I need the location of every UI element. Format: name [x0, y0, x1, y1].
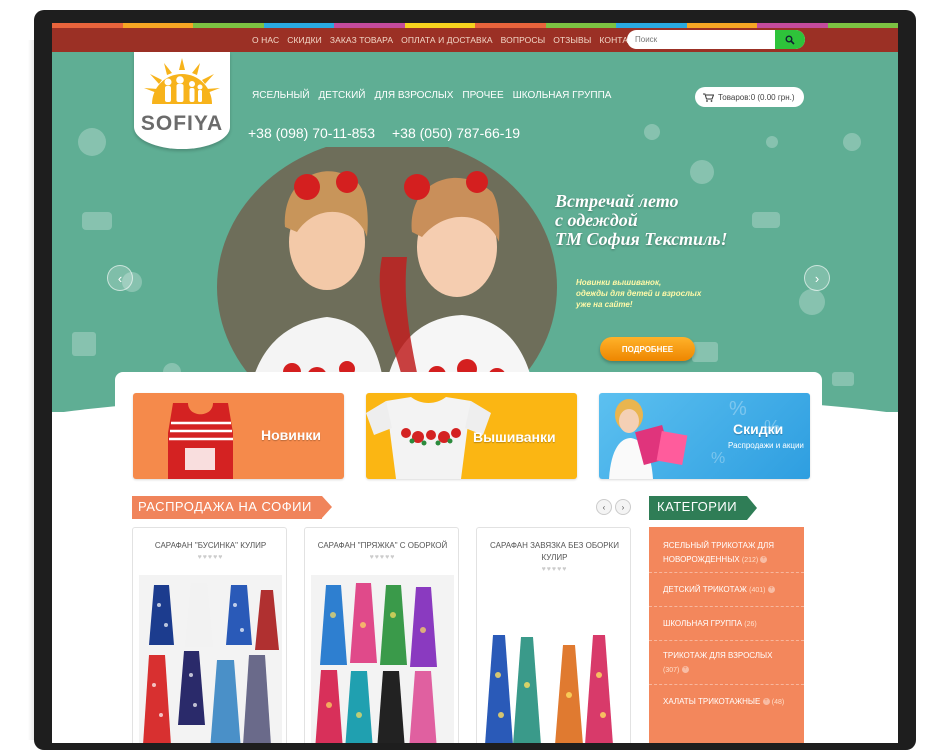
svg-text:%: %	[729, 398, 747, 420]
product-card[interactable]: САРАФАН ЗАВЯЗКА БЕЗ ОБОРКИ КУЛИР ♥♥♥♥♥	[476, 527, 631, 743]
expand-plus-icon[interactable]: +	[762, 698, 770, 706]
chevron-right-icon: ›	[814, 270, 820, 286]
banner-embroidery[interactable]: Вышиванки	[366, 393, 577, 479]
hero-slogan-line-3: ТМ София Текстиль!	[555, 229, 728, 249]
hero-subtext: Новинки вышиванок, одежды для детей и вз…	[576, 277, 736, 310]
browser-screen: О НАС СКИДКИ ЗАКАЗ ТОВАРА ОПЛАТА И ДОСТА…	[52, 23, 898, 743]
topnav-about[interactable]: О НАС	[252, 35, 279, 45]
chevron-right-icon: ›	[621, 502, 625, 512]
hero-slider: SOFIYA ЯСЕЛЬНЫЙ ДЕТСКИЙ ДЛЯ ВЗРОСЛЫХ ПРО…	[52, 52, 898, 412]
category-item[interactable]: ШКОЛЬНАЯ ГРУППА (26)	[649, 611, 804, 641]
site-logo[interactable]: SOFIYA	[134, 52, 230, 149]
expand-plus-icon[interactable]: +	[681, 666, 689, 674]
content-panel: Новинки Вышиванки % % % Скидки Распродаж…	[115, 372, 822, 743]
banner-new[interactable]: Новинки	[133, 393, 344, 479]
topnav-discounts[interactable]: СКИДКИ	[287, 35, 322, 45]
product-title[interactable]: САРАФАН "ПРЯЖКА" С ОБОРКОЙ	[311, 540, 454, 552]
categories-title: КАТЕГОРИИ	[649, 496, 758, 520]
hero-slogan: Встречай лето с одеждой ТМ София Текстил…	[555, 192, 815, 249]
category-name: ДЕТСКИЙ ТРИКОТАЖ	[663, 585, 747, 594]
svg-text:%: %	[711, 450, 725, 467]
product-title[interactable]: САРАФАН ЗАВЯЗКА БЕЗ ОБОРКИ КУЛИР	[483, 540, 626, 564]
category-count: (48)	[771, 699, 785, 706]
search-box	[627, 30, 805, 49]
categories-list: ЯСЕЛЬНЫЙ ТРИКОТАЖ ДЛЯ НОВОРОЖДЕННЫХ (212…	[649, 527, 804, 743]
topnav-reviews[interactable]: ОТЗЫВЫ	[553, 35, 591, 45]
sale-next-button[interactable]: ›	[615, 499, 631, 515]
top-nav: О НАС СКИДКИ ЗАКАЗ ТОВАРА ОПЛАТА И ДОСТА…	[252, 28, 646, 52]
chevron-left-icon: ‹	[602, 502, 606, 512]
banner-new-label: Новинки	[261, 427, 321, 443]
dresses-image	[485, 635, 613, 743]
topnav-order[interactable]: ЗАКАЗ ТОВАРА	[330, 35, 393, 45]
dresses-image	[315, 583, 437, 743]
category-count: (212)	[741, 557, 759, 564]
banner-discounts[interactable]: % % % Скидки Распродажи и акции	[599, 393, 810, 479]
search-button[interactable]	[775, 30, 805, 49]
logo-text: SOFIYA	[140, 112, 224, 135]
sale-section-title: РАСПРОДАЖА НА СОФИИ	[132, 496, 332, 519]
cart-icon	[703, 93, 714, 102]
category-item[interactable]: ЯСЕЛЬНЫЙ ТРИКОТАЖ ДЛЯ НОВОРОЖДЕННЫХ (212…	[649, 535, 804, 573]
product-image[interactable]	[139, 575, 282, 743]
mainnav-school[interactable]: ШКОЛЬНАЯ ГРУППА	[513, 90, 612, 101]
rating-hearts-icon: ♥♥♥♥♥	[541, 566, 568, 573]
hero-sub-line-3: уже на сайте!	[576, 300, 633, 309]
chevron-left-icon: ‹	[117, 270, 123, 286]
topnav-questions[interactable]: ВОПРОСЫ	[501, 35, 546, 45]
category-name: ЯСЕЛЬНЫЙ ТРИКОТАЖ ДЛЯ НОВОРОЖДЕННЫХ	[663, 541, 774, 564]
banner-discounts-sub: Распродажи и акции	[728, 441, 804, 450]
hero-sub-line-2: одежды для детей и взрослых	[576, 289, 702, 298]
rating-hearts-icon: ♥♥♥♥♥	[369, 554, 396, 561]
category-name: ШКОЛЬНАЯ ГРУППА	[663, 619, 743, 628]
top-bar: О НАС СКИДКИ ЗАКАЗ ТОВАРА ОПЛАТА И ДОСТА…	[52, 28, 898, 52]
category-name: ХАЛАТЫ ТРИКОТАЖНЫЕ	[663, 697, 761, 706]
sale-prev-button[interactable]: ‹	[596, 499, 612, 515]
hero-slogan-line-2: с одеждой	[555, 210, 638, 230]
mainnav-adults[interactable]: ДЛЯ ВЗРОСЛЫХ	[374, 90, 453, 101]
banner-embroidery-label: Вышиванки	[473, 429, 556, 445]
phone-numbers: +38 (098) 70-11-853 +38 (050) 787-66-19	[248, 125, 520, 141]
expand-plus-icon[interactable]: +	[767, 586, 775, 594]
category-item[interactable]: ДЕТСКИЙ ТРИКОТАЖ (401) +	[649, 577, 804, 607]
product-card[interactable]: САРАФАН "БУСИНКА" КУЛИР ♥♥♥♥♥	[132, 527, 287, 743]
sun-family-logo-icon	[144, 58, 220, 104]
topnav-payment-delivery[interactable]: ОПЛАТА И ДОСТАВКА	[401, 35, 493, 45]
hero-sub-line-1: Новинки вышиванок,	[576, 278, 662, 287]
banner-discounts-label: Скидки	[733, 421, 784, 437]
rating-hearts-icon: ♥♥♥♥♥	[197, 554, 224, 561]
phone-2[interactable]: +38 (050) 787-66-19	[392, 125, 520, 141]
search-input[interactable]	[627, 30, 775, 49]
slider-next-button[interactable]: ›	[804, 265, 830, 291]
category-count: (401)	[749, 587, 766, 594]
search-icon	[785, 35, 795, 45]
phone-1[interactable]: +38 (098) 70-11-853	[248, 125, 375, 141]
category-count: (307)	[663, 667, 680, 674]
category-item[interactable]: ХАЛАТЫ ТРИКОТАЖНЫЕ + (48)	[649, 691, 804, 731]
hero-slogan-line-1: Встречай лето	[555, 191, 679, 211]
cart-button[interactable]: Товаров:0 (0.00 грн.)	[695, 87, 804, 107]
product-title[interactable]: САРАФАН "БУСИНКА" КУЛИР	[139, 540, 282, 552]
mainnav-nursery[interactable]: ЯСЕЛЬНЫЙ	[252, 90, 310, 101]
cart-label: Товаров:0 (0.00 грн.)	[718, 92, 795, 102]
slider-prev-button[interactable]: ‹	[107, 265, 133, 291]
category-count: (26)	[744, 621, 757, 628]
main-nav: ЯСЕЛЬНЫЙ ДЕТСКИЙ ДЛЯ ВЗРОСЛЫХ ПРОЧЕЕ ШКО…	[252, 90, 611, 101]
product-image[interactable]	[483, 575, 626, 743]
product-image[interactable]	[311, 575, 454, 743]
expand-plus-icon[interactable]: +	[760, 556, 768, 564]
mainnav-children[interactable]: ДЕТСКИЙ	[319, 90, 366, 101]
mainnav-other[interactable]: ПРОЧЕЕ	[462, 90, 503, 101]
product-card[interactable]: САРАФАН "ПРЯЖКА" С ОБОРКОЙ ♥♥♥♥♥	[304, 527, 459, 743]
hero-more-button[interactable]: ПОДРОБНЕЕ	[600, 337, 695, 361]
category-item[interactable]: ТРИКОТАЖ ДЛЯ ВЗРОСЛЫХ (307) +	[649, 645, 804, 685]
category-name: ТРИКОТАЖ ДЛЯ ВЗРОСЛЫХ	[663, 651, 773, 660]
dresses-image	[143, 583, 279, 743]
